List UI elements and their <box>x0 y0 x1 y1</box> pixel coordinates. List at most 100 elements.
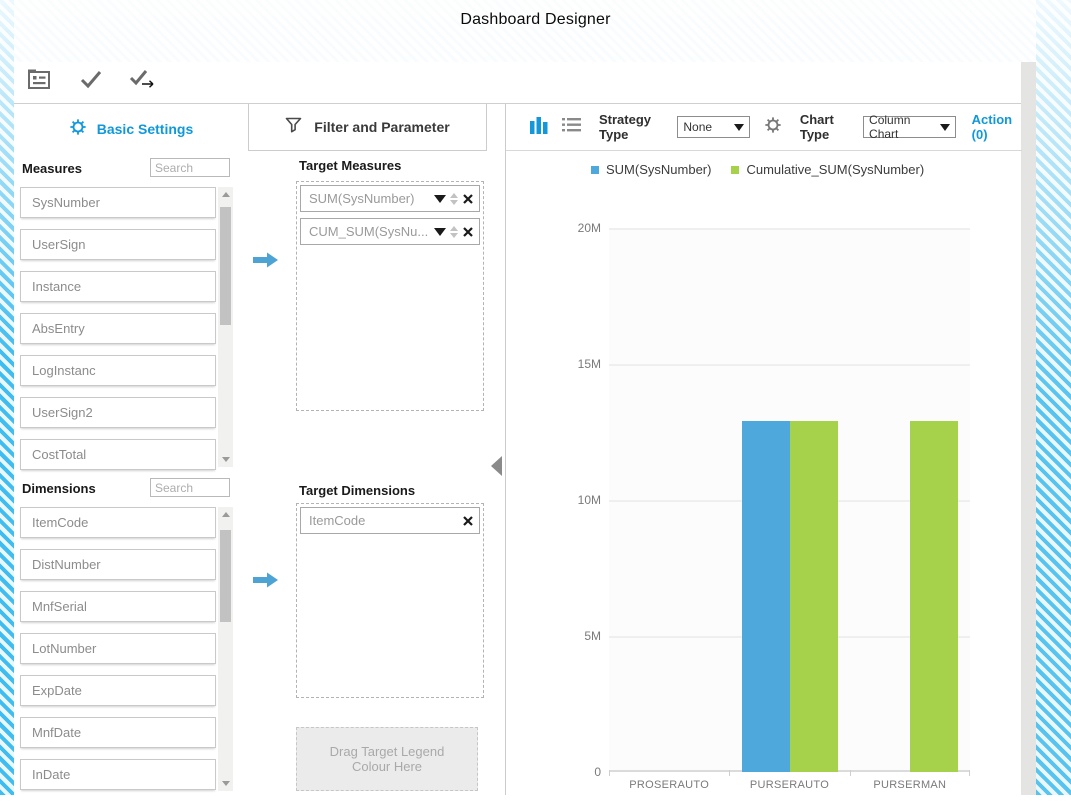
strategy-type-select[interactable]: None <box>677 116 749 138</box>
strategy-type-label: Strategy Type <box>599 112 670 142</box>
y-tick-label: 5M <box>584 629 601 643</box>
chevron-down-icon[interactable] <box>434 195 446 203</box>
measures-scrollbar[interactable] <box>218 187 233 467</box>
measure-item[interactable]: Instance <box>20 271 216 302</box>
chevron-down-icon <box>734 124 744 131</box>
legend-label: Cumulative_SUM(SysNumber) <box>746 162 924 177</box>
target-dimensions-dropzone[interactable]: ItemCode <box>296 503 484 698</box>
funnel-icon <box>285 117 302 137</box>
remove-icon[interactable] <box>463 227 473 237</box>
scroll-thumb[interactable] <box>220 530 231 622</box>
gear-icon <box>69 118 87 139</box>
assign-dimensions-arrow-icon <box>252 570 279 595</box>
x-axis-tick <box>609 770 610 776</box>
reorder-handle-icon[interactable] <box>450 193 458 205</box>
scroll-thumb[interactable] <box>220 207 231 325</box>
target-measure-row[interactable]: SUM(SysNumber) <box>300 185 480 212</box>
dimensions-scrollbar[interactable] <box>218 507 233 791</box>
basic-settings-panel: Basic Settings Measures SysNumber UserSi… <box>14 104 248 795</box>
x-axis-tick <box>729 770 730 776</box>
validate-button[interactable] <box>76 68 106 98</box>
measure-item[interactable]: AbsEntry <box>20 313 216 344</box>
legend-label: SUM(SysNumber) <box>606 162 711 177</box>
y-tick-label: 0 <box>594 765 601 779</box>
x-axis-tick <box>969 770 970 776</box>
legend-colour-drop-text: Drag Target Legend Colour Here <box>313 744 461 774</box>
data-source-button[interactable] <box>24 68 54 98</box>
action-link[interactable]: Action (0) <box>972 112 1022 142</box>
basic-settings-header[interactable]: Basic Settings <box>14 104 248 153</box>
scroll-down-icon[interactable] <box>222 457 230 462</box>
measure-item[interactable]: UserSign2 <box>20 397 216 428</box>
dimension-item[interactable]: InDate <box>20 759 216 790</box>
titlebar: Dashboard Designer <box>0 11 1071 29</box>
x-category-label: PURSERMAN <box>850 779 970 791</box>
scroll-up-icon[interactable] <box>222 192 230 197</box>
remove-icon[interactable] <box>463 516 473 526</box>
dimension-item[interactable]: ExpDate <box>20 675 216 706</box>
reorder-handle-icon[interactable] <box>450 226 458 238</box>
legend-colour-dropzone[interactable]: Drag Target Legend Colour Here <box>296 727 478 791</box>
chart-legend: SUM(SysNumber) Cumulative_SUM(SysNumber) <box>591 162 924 177</box>
x-category-label: PURSERAUTO <box>729 779 849 791</box>
bar-PURSERAUTO <box>742 421 790 772</box>
dimensions-label: Dimensions <box>22 481 96 496</box>
y-tick-label: 15M <box>578 357 601 371</box>
collapse-panel-icon[interactable] <box>491 456 502 476</box>
toolbar <box>14 62 1021 104</box>
target-dimensions-label: Target Dimensions <box>299 483 415 498</box>
target-dimension-row[interactable]: ItemCode <box>300 507 480 534</box>
dimensions-search-input[interactable] <box>150 478 230 497</box>
legend-swatch-blue <box>591 166 599 174</box>
x-axis-labels: PROSERAUTOPURSERAUTOPURSERMAN <box>609 779 970 795</box>
remove-icon[interactable] <box>463 194 473 204</box>
target-measures-label: Target Measures <box>299 158 401 173</box>
right-edge-stripes <box>1036 0 1071 795</box>
measure-item[interactable]: SysNumber <box>20 187 216 218</box>
measures-row: Measures <box>22 160 232 178</box>
dimensions-list: ItemCode DistNumber MnfSerial LotNumber … <box>20 507 216 801</box>
y-tick-label: 10M <box>578 493 601 507</box>
target-measures-dropzone[interactable]: SUM(SysNumber) CUM_SUM(SysNu... <box>296 181 484 411</box>
target-measure-name: SUM(SysNumber) <box>301 191 430 206</box>
measure-item[interactable]: CostTotal <box>20 439 216 470</box>
panels: Basic Settings Measures SysNumber UserSi… <box>14 104 1021 795</box>
measure-item[interactable]: UserSign <box>20 229 216 260</box>
chevron-down-icon[interactable] <box>434 228 446 236</box>
chart-type-value: Column Chart <box>869 113 932 141</box>
legend-swatch-green <box>731 166 739 174</box>
dimensions-row: Dimensions <box>22 480 232 498</box>
filter-parameter-header[interactable]: Filter and Parameter <box>248 104 487 151</box>
y-tick-label: 20M <box>578 221 601 235</box>
list-view-icon[interactable] <box>562 117 581 138</box>
scroll-up-icon[interactable] <box>222 512 230 517</box>
dimension-item[interactable]: MnfDate <box>20 717 216 748</box>
measures-list: SysNumber UserSign Instance AbsEntry Log… <box>20 187 216 481</box>
scroll-down-icon[interactable] <box>222 781 230 786</box>
dimension-item[interactable]: DistNumber <box>20 549 216 580</box>
dimension-item[interactable]: LotNumber <box>20 633 216 664</box>
measure-item[interactable]: LogInstanc <box>20 355 216 386</box>
assign-measures-arrow-icon <box>252 250 279 275</box>
measures-search-input[interactable] <box>150 158 230 177</box>
strategy-type-value: None <box>683 120 725 134</box>
target-measure-row[interactable]: CUM_SUM(SysNu... <box>300 218 480 245</box>
scroll-track[interactable] <box>218 522 233 781</box>
column-chart-view-icon[interactable] <box>530 115 548 140</box>
apply-button[interactable] <box>128 68 158 98</box>
chart-type-select[interactable]: Column Chart <box>863 116 956 138</box>
legend-item: Cumulative_SUM(SysNumber) <box>731 162 924 177</box>
dimension-item[interactable]: ItemCode <box>20 507 216 538</box>
gridline <box>609 228 970 230</box>
scroll-track[interactable] <box>218 202 233 457</box>
target-measure-name: CUM_SUM(SysNu... <box>301 224 430 239</box>
filter-parameter-label: Filter and Parameter <box>314 119 449 135</box>
dimension-item[interactable]: MnfSerial <box>20 591 216 622</box>
chart-type-label: Chart Type <box>800 112 856 142</box>
chevron-down-icon <box>940 124 950 131</box>
right-scroll-gutter[interactable] <box>1021 62 1036 795</box>
basic-settings-label: Basic Settings <box>97 121 193 137</box>
bar-PURSERMAN <box>910 421 958 772</box>
chart-settings-gear-icon[interactable] <box>764 116 782 139</box>
chart-panel: Strategy Type None Chart Type Column C <box>505 104 1022 795</box>
